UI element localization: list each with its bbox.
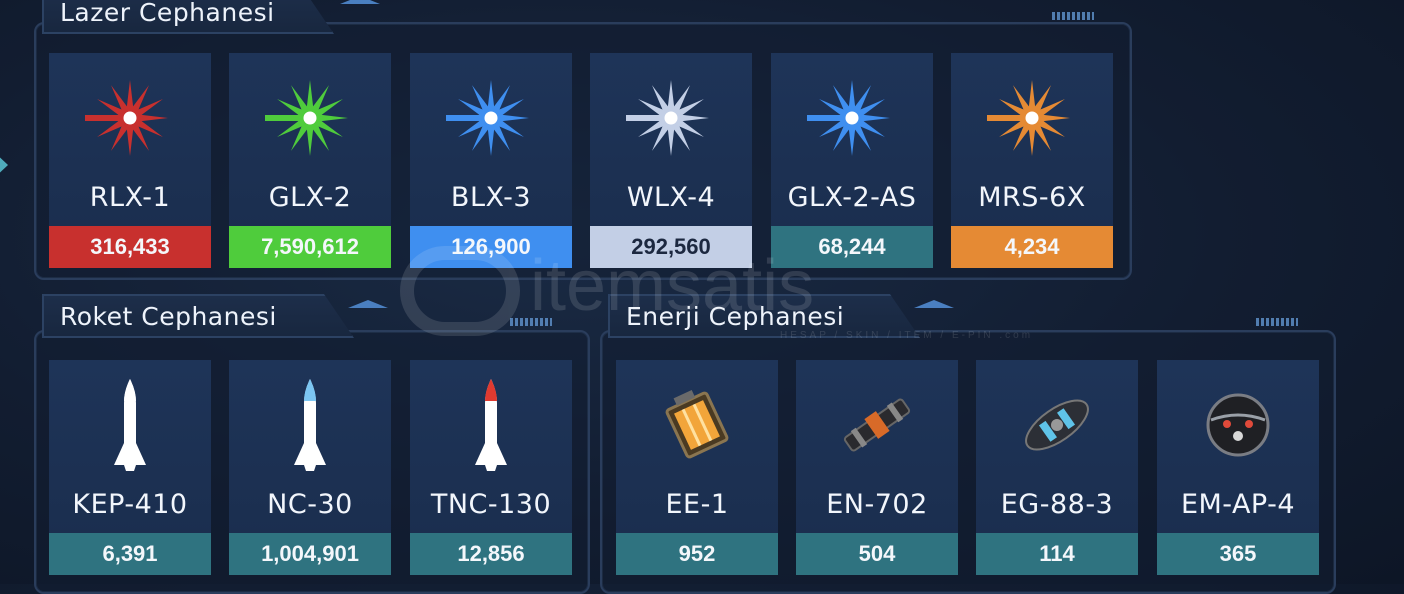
ammo-name: GLX-2	[268, 182, 352, 213]
energy-title-text: Enerji Cephanesi	[626, 302, 845, 331]
ammo-count: 316,433	[49, 226, 211, 268]
energy-generator-icon	[976, 360, 1138, 490]
ammo-card-glx-2[interactable]: GLX-2 7,590,612	[229, 53, 391, 268]
red-laser-icon	[49, 53, 211, 183]
red-tip-rocket-icon	[410, 360, 572, 490]
ammo-count: 126,900	[410, 226, 572, 268]
energy-canister-icon	[796, 360, 958, 490]
ammo-count: 6,391	[49, 533, 211, 575]
ammo-card-rlx-1[interactable]: RLX-1 316,433	[49, 53, 211, 268]
ammo-card-blx-3[interactable]: BLX-3 126,900	[410, 53, 572, 268]
blue-laser-icon	[771, 53, 933, 183]
ammo-card-em-ap-4[interactable]: EM-AP-4 365	[1157, 360, 1319, 575]
white-rocket-icon	[49, 360, 211, 490]
ammo-count: 12,856	[410, 533, 572, 575]
panel-decor-stripes	[1052, 12, 1094, 20]
ammo-count: 365	[1157, 533, 1319, 575]
ammo-name: NC-30	[267, 489, 353, 520]
laser-panel-title: Lazer Cephanesi	[42, 0, 334, 34]
ammo-card-tnc-130[interactable]: TNC-130 12,856	[410, 360, 572, 575]
ammo-card-eg-88-3[interactable]: EG-88-3 114	[976, 360, 1138, 575]
green-laser-icon	[229, 53, 391, 183]
ammo-name: EN-702	[826, 489, 928, 520]
previous-arrow-icon[interactable]	[0, 150, 8, 180]
ammo-card-nc-30[interactable]: NC-30 1,004,901	[229, 360, 391, 575]
orange-laser-icon	[951, 53, 1113, 183]
blue-tip-rocket-icon	[229, 360, 391, 490]
ammo-name: EG-88-3	[1000, 489, 1114, 520]
ammo-count: 7,590,612	[229, 226, 391, 268]
ammo-card-mrs-6x[interactable]: MRS-6X 4,234	[951, 53, 1113, 268]
ammo-name: WLX-4	[626, 182, 716, 213]
panel-decor-triangle	[348, 300, 388, 308]
rocket-panel-title: Roket Cephanesi	[42, 294, 354, 338]
ammo-card-ee-1[interactable]: EE-1 952	[616, 360, 778, 575]
ammo-count: 292,560	[590, 226, 752, 268]
rocket-title-text: Roket Cephanesi	[60, 302, 277, 331]
energy-orb-icon	[1157, 360, 1319, 490]
ammo-name: BLX-3	[450, 182, 532, 213]
ammo-count: 68,244	[771, 226, 933, 268]
ammo-count: 504	[796, 533, 958, 575]
ammo-card-kep-410[interactable]: KEP-410 6,391	[49, 360, 211, 575]
ammo-name: KEP-410	[72, 489, 188, 520]
laser-title-text: Lazer Cephanesi	[60, 0, 275, 27]
white-laser-icon	[590, 53, 752, 183]
ammo-name: EE-1	[665, 489, 729, 520]
ammo-card-wlx-4[interactable]: WLX-4 292,560	[590, 53, 752, 268]
panel-decor-stripes	[510, 318, 552, 326]
ammo-name: RLX-1	[89, 182, 171, 213]
ammo-name: EM-AP-4	[1180, 489, 1296, 520]
ammo-card-en-702[interactable]: EN-702 504	[796, 360, 958, 575]
ammo-count: 4,234	[951, 226, 1113, 268]
blue-laser-icon	[410, 53, 572, 183]
ammo-name: TNC-130	[430, 489, 552, 520]
battery-cell-icon	[616, 360, 778, 490]
panel-decor-triangle	[340, 0, 380, 4]
ammo-count: 952	[616, 533, 778, 575]
ammo-count: 114	[976, 533, 1138, 575]
energy-panel-title: Enerji Cephanesi	[608, 294, 920, 338]
ammo-name: GLX-2-AS	[787, 182, 917, 213]
panel-decor-stripes	[1256, 318, 1298, 326]
ammo-card-glx-2-as[interactable]: GLX-2-AS 68,244	[771, 53, 933, 268]
ammo-name: MRS-6X	[978, 182, 1086, 213]
ammo-count: 1,004,901	[229, 533, 391, 575]
panel-decor-triangle	[914, 300, 954, 308]
